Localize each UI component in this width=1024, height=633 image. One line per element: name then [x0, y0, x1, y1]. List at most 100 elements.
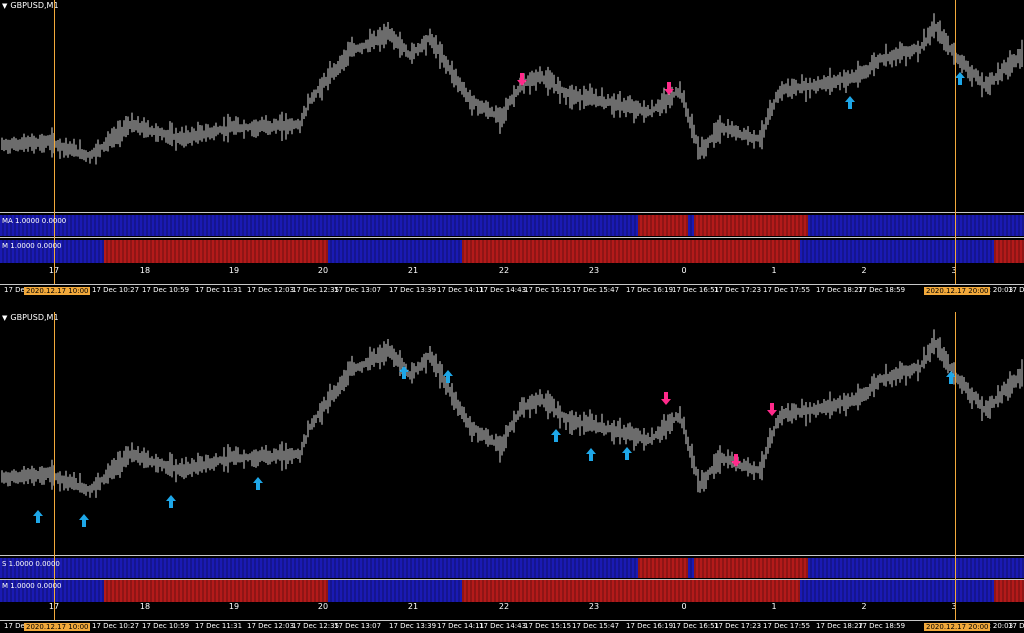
band-bar: [122, 215, 124, 236]
band-bar: [166, 240, 168, 263]
band-bar: [484, 240, 486, 263]
band-bar: [380, 558, 382, 578]
price-chart[interactable]: [0, 0, 1024, 212]
buy-arrow-icon[interactable]: [166, 495, 176, 508]
pane-divider[interactable]: [0, 237, 1024, 238]
band-bar: [798, 240, 800, 263]
chart-panel-top[interactable]: ▼ GBPUSD,M1 MA 1.0000 0.0000 M 1.0000 0.0…: [0, 0, 1024, 296]
band-bar: [780, 580, 782, 602]
indicator-pane-2[interactable]: M 1.0000 0.0000: [0, 240, 1024, 263]
sell-arrow-icon[interactable]: [767, 403, 777, 416]
band-bar: [662, 240, 664, 263]
buy-arrow-icon[interactable]: [845, 96, 855, 109]
band-bar: [60, 558, 62, 578]
band-bar: [952, 215, 954, 236]
buy-arrow-icon[interactable]: [551, 429, 561, 442]
band-bar: [196, 558, 198, 578]
band-bar: [650, 215, 652, 236]
band-bar: [782, 558, 784, 578]
sell-arrow-icon[interactable]: [661, 392, 671, 405]
price-chart[interactable]: [0, 312, 1024, 554]
band-bar: [800, 215, 802, 236]
pane-divider[interactable]: [0, 555, 1024, 556]
band-bar: [948, 558, 950, 578]
pane-divider[interactable]: [0, 212, 1024, 213]
band-bar: [352, 580, 354, 602]
band-bar: [946, 240, 948, 263]
band-bar: [260, 240, 262, 263]
band-bar: [1000, 558, 1002, 578]
band-bar: [544, 580, 546, 602]
buy-arrow-icon[interactable]: [955, 72, 965, 85]
band-bar: [298, 558, 300, 578]
band-bar: [708, 558, 710, 578]
band-bar: [932, 580, 934, 602]
band-bar: [548, 558, 550, 578]
band-bar: [540, 215, 542, 236]
band-bar: [264, 215, 266, 236]
band-bar: [154, 215, 156, 236]
band-bar: [418, 215, 420, 236]
band-bar: [508, 558, 510, 578]
buy-arrow-icon[interactable]: [586, 448, 596, 461]
band-bar: [790, 215, 792, 236]
buy-arrow-icon[interactable]: [253, 477, 263, 490]
band-bar: [154, 580, 156, 602]
band-bar: [288, 240, 290, 263]
band-bar: [314, 580, 316, 602]
band-bar: [370, 558, 372, 578]
band-bar: [388, 580, 390, 602]
band-bar: [958, 580, 960, 602]
band-bar: [442, 580, 444, 602]
band-bar: [816, 558, 818, 578]
band-bar: [434, 580, 436, 602]
band-bar: [964, 558, 966, 578]
band-bar: [668, 580, 670, 602]
band-bar: [866, 240, 868, 263]
band-bar: [268, 558, 270, 578]
band-bar: [788, 580, 790, 602]
buy-arrow-icon[interactable]: [33, 510, 43, 523]
buy-arrow-icon[interactable]: [79, 514, 89, 527]
band-bar: [604, 240, 606, 263]
indicator-pane-2[interactable]: M 1.0000 0.0000: [0, 580, 1024, 602]
band-bar: [68, 580, 70, 602]
band-bar: [114, 240, 116, 263]
band-bar: [890, 558, 892, 578]
band-bar: [550, 580, 552, 602]
band-bar: [746, 215, 748, 236]
indicator-pane-1[interactable]: S 1.0000 0.0000: [0, 558, 1024, 579]
time-marker-line[interactable]: [955, 0, 956, 284]
band-bar: [1012, 215, 1014, 236]
band-bar: [536, 558, 538, 578]
band-bar: [708, 580, 710, 602]
band-bar: [268, 580, 270, 602]
time-marker-line[interactable]: [54, 312, 55, 620]
band-bar: [78, 240, 80, 263]
band-bar: [722, 240, 724, 263]
band-bar: [584, 580, 586, 602]
band-bar: [146, 580, 148, 602]
band-bar: [260, 580, 262, 602]
band-bar: [610, 558, 612, 578]
buy-arrow-icon[interactable]: [622, 447, 632, 460]
band-bar: [154, 240, 156, 263]
band-bar: [514, 215, 516, 236]
band-bar: [774, 580, 776, 602]
date-label: 17 Dec 13:39: [389, 286, 437, 294]
time-marker-line[interactable]: [955, 312, 956, 620]
band-bar: [198, 558, 200, 578]
band-bar: [650, 558, 652, 578]
band-bar: [500, 558, 502, 578]
chart-panel-bottom[interactable]: ▼ GBPUSD,M1 S 1.0000 0.0000 M 1.0000 0.00…: [0, 312, 1024, 631]
band-bar: [960, 240, 962, 263]
band-bar: [536, 240, 538, 263]
band-bar: [1020, 558, 1022, 578]
band-bar: [244, 558, 246, 578]
band-bar: [556, 580, 558, 602]
band-bar: [270, 580, 272, 602]
band-bar: [74, 558, 76, 578]
indicator-pane-1[interactable]: MA 1.0000 0.0000: [0, 215, 1024, 236]
band-bar: [96, 580, 98, 602]
band-bar: [980, 215, 982, 236]
